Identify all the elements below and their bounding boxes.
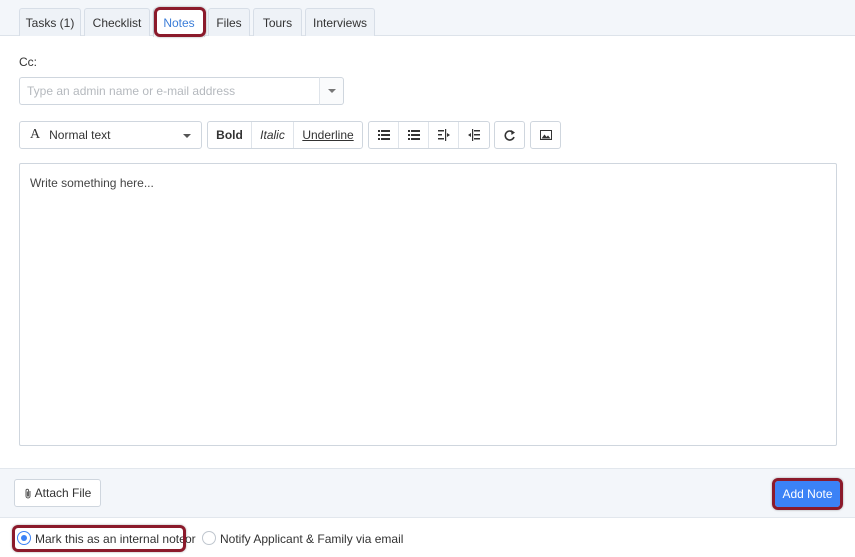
redo-icon (503, 129, 516, 141)
internal-note-label: Mark this as an internal note (35, 532, 186, 546)
tab-checklist[interactable]: Checklist (84, 8, 150, 36)
text-style-label: Normal text (49, 128, 111, 142)
attach-file-label: Attach File (34, 486, 92, 500)
cc-dropdown-button[interactable] (319, 77, 344, 105)
tab-files[interactable]: Files (208, 8, 250, 36)
tab-interviews[interactable]: Interviews (305, 8, 375, 36)
notify-family-radio[interactable] (202, 531, 216, 545)
cc-input[interactable] (19, 77, 319, 105)
chevron-down-icon (327, 89, 336, 93)
internal-note-radio[interactable] (17, 531, 31, 545)
paperclip-icon (24, 488, 32, 499)
indent-icon (468, 129, 480, 141)
italic-button[interactable]: Italic (252, 122, 294, 148)
image-icon (539, 130, 552, 140)
cc-label: Cc: (19, 55, 37, 69)
tab-notes[interactable]: Notes (153, 8, 205, 37)
unordered-list-icon (377, 130, 390, 140)
outdent-icon (437, 129, 450, 141)
add-note-button[interactable]: Add Note (775, 481, 840, 507)
font-icon: A (30, 127, 41, 142)
indent-button[interactable] (459, 122, 489, 148)
ordered-list-icon (407, 130, 420, 140)
editor-footer (0, 468, 855, 518)
tab-tasks[interactable]: Tasks (1) (19, 8, 81, 36)
unordered-list-button[interactable] (369, 122, 399, 148)
chevron-down-icon (183, 134, 191, 138)
editor-placeholder: Write something here... (30, 176, 154, 190)
tab-tours[interactable]: Tours (253, 8, 302, 36)
underline-button[interactable]: Underline (294, 122, 362, 148)
or-text: or (185, 532, 196, 546)
attach-file-button[interactable]: Attach File (14, 479, 101, 507)
insert-image-button[interactable] (531, 122, 560, 148)
notify-family-label: Notify Applicant & Family via email (220, 532, 404, 546)
bold-button[interactable]: Bold (208, 122, 252, 148)
list-button-group (368, 121, 490, 149)
note-editor[interactable]: Write something here... (19, 163, 837, 446)
redo-button-group (494, 121, 525, 149)
format-button-group: Bold Italic Underline (207, 121, 363, 149)
redo-button[interactable] (495, 122, 524, 148)
image-button-group (530, 121, 561, 149)
ordered-list-button[interactable] (399, 122, 429, 148)
text-style-select[interactable]: A Normal text (19, 121, 202, 149)
outdent-button[interactable] (429, 122, 459, 148)
